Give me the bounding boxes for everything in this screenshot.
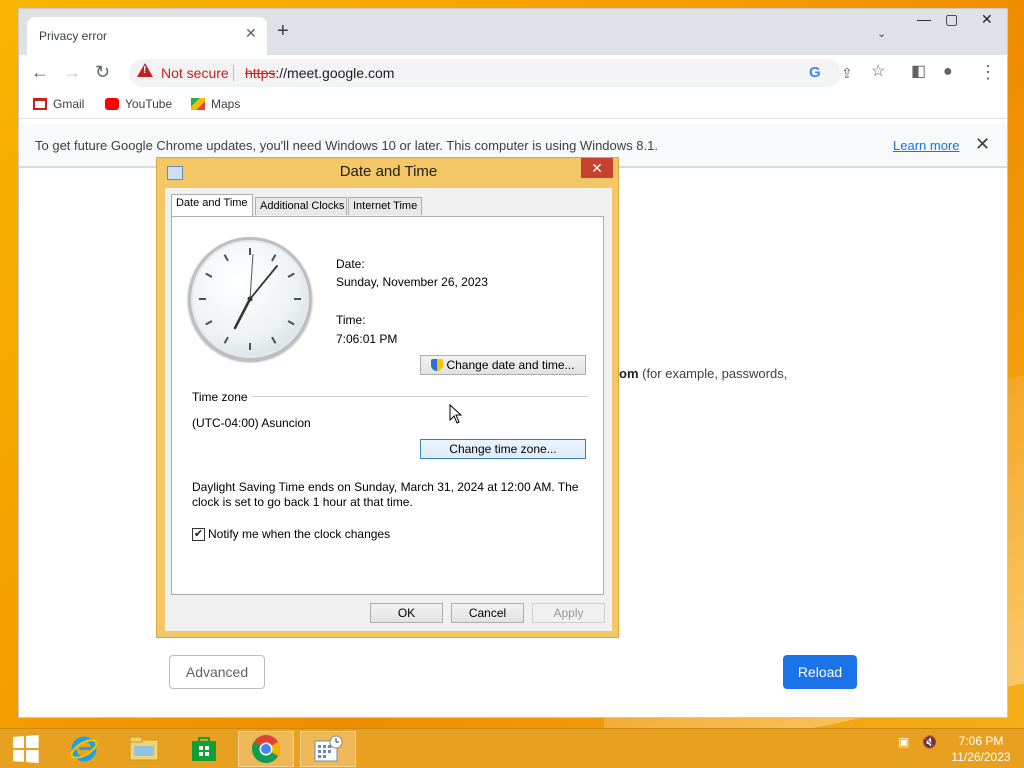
back-arrow-icon[interactable]: ←	[31, 61, 49, 83]
time-zone-value: (UTC-04:00) Asuncion	[192, 416, 311, 430]
bookmark-youtube[interactable]: YouTube	[105, 97, 172, 111]
browser-toolbar: ← → ↻ Not secure https://meet.google.com…	[19, 55, 1007, 91]
change-date-time-label: Change date and time...	[446, 358, 575, 372]
page-text-fragment: (for example, passwords,	[638, 366, 788, 381]
warning-triangle-icon	[137, 63, 153, 77]
taskbar-internet-explorer[interactable]	[56, 731, 112, 767]
date-time-panel: Date: Sunday, November 26, 2023 Time: 7:…	[171, 216, 604, 595]
windows-taskbar: ▣ 🔇 7:06 PM 11/26/2023	[0, 728, 1024, 768]
reload-icon[interactable]: ↻	[95, 61, 110, 83]
bookmark-label: Maps	[211, 97, 241, 111]
address-bar[interactable]: Not secure https://meet.google.com G ⇪	[129, 59, 853, 87]
forward-arrow-icon[interactable]: →	[63, 61, 81, 83]
learn-more-link[interactable]: Learn more	[893, 138, 959, 153]
tab-strip: Privacy error ✕ + ⌄ — ▢ ✕	[19, 9, 1007, 55]
tab-title: Privacy error	[39, 29, 108, 43]
uac-shield-icon	[431, 359, 444, 371]
omnibox-divider	[233, 65, 234, 81]
url-scheme: https	[245, 65, 276, 81]
tab-internet-time[interactable]: Internet Time	[348, 197, 422, 215]
date-value: Sunday, November 26, 2023	[336, 275, 488, 289]
time-zone-heading: Time zone	[192, 390, 248, 404]
calendar-clock-icon	[314, 735, 343, 762]
time-value: 7:06:01 PM	[336, 332, 398, 346]
google-lens-icon[interactable]: G	[809, 64, 821, 81]
infobar-text: To get future Google Chrome updates, you…	[35, 138, 658, 153]
network-icon[interactable]: ▣	[898, 735, 909, 749]
side-panel-icon[interactable]: ◧	[911, 61, 926, 83]
youtube-icon	[105, 98, 119, 110]
store-icon	[192, 737, 216, 761]
tab-close-icon[interactable]: ✕	[245, 25, 257, 42]
dialog-body: Date and Time Additional Clocks Internet…	[165, 188, 612, 631]
internet-explorer-icon	[70, 736, 98, 762]
infobar-close-icon[interactable]: ✕	[975, 134, 990, 155]
ok-button[interactable]: OK	[370, 603, 443, 623]
advanced-button[interactable]: Advanced	[169, 655, 265, 689]
tab-search-chevron-icon[interactable]: ⌄	[877, 27, 886, 40]
date-label: Date:	[336, 257, 365, 271]
url-text[interactable]: https://meet.google.com	[245, 65, 394, 81]
start-button[interactable]	[0, 731, 50, 767]
tab-additional-clocks[interactable]: Additional Clocks	[255, 197, 347, 215]
notify-checkbox[interactable]: ✔	[192, 528, 205, 541]
notify-label[interactable]: Notify me when the clock changes	[208, 527, 390, 541]
taskbar-store[interactable]	[176, 731, 232, 767]
apply-button[interactable]: Apply	[532, 603, 605, 623]
change-date-time-button[interactable]: Change date and time...	[420, 355, 586, 375]
page-host-fragment: om	[619, 366, 639, 381]
new-tab-button[interactable]: +	[277, 21, 289, 41]
menu-kebab-icon[interactable]: ⋮	[979, 61, 997, 83]
taskbar-chrome[interactable]	[238, 731, 294, 767]
url-host: ://meet.google.com	[275, 65, 395, 81]
taskbar-date: 11/26/2023	[951, 750, 1011, 764]
taskbar-clock[interactable]: 7:06 PM 11/26/2023	[946, 733, 1016, 765]
folder-icon	[129, 736, 159, 761]
date-time-dialog: Date and Time ✕ Date and Time Additional…	[156, 157, 619, 638]
volume-muted-icon[interactable]: 🔇	[922, 735, 937, 749]
gmail-icon	[33, 98, 47, 110]
bookmark-maps[interactable]: Maps	[191, 97, 240, 111]
bookmark-label: Gmail	[53, 97, 85, 111]
profile-avatar-icon[interactable]: ●	[943, 61, 953, 83]
mouse-cursor-icon	[449, 404, 463, 424]
dialog-title: Date and Time	[339, 163, 438, 180]
chrome-icon	[252, 735, 280, 763]
page-body-text: om (for example, passwords,	[619, 366, 787, 381]
taskbar-date-time[interactable]	[300, 731, 356, 767]
bookmark-star-icon[interactable]: ☆	[871, 61, 885, 83]
cancel-button[interactable]: Cancel	[451, 603, 524, 623]
analog-clock-icon	[188, 237, 312, 361]
tab-privacy-error[interactable]: Privacy error ✕	[27, 17, 267, 55]
not-secure-label[interactable]: Not secure	[161, 65, 229, 81]
clock-face	[199, 248, 301, 350]
maps-icon	[191, 98, 205, 110]
change-time-zone-button[interactable]: Change time zone...	[420, 439, 586, 459]
dst-notice: Daylight Saving Time ends on Sunday, Mar…	[192, 480, 579, 509]
time-label: Time:	[336, 313, 366, 327]
windows-logo-icon	[13, 735, 39, 763]
share-icon[interactable]: ⇪	[841, 65, 853, 82]
bookmarks-bar: Gmail YouTube Maps	[19, 91, 1007, 119]
dialog-close-button[interactable]: ✕	[581, 158, 613, 178]
bookmark-label: YouTube	[125, 97, 173, 111]
bookmark-gmail[interactable]: Gmail	[33, 97, 84, 111]
time-zone-divider	[252, 396, 588, 397]
maximize-button[interactable]: ▢	[945, 11, 958, 28]
minimize-button[interactable]: —	[917, 11, 931, 27]
taskbar-file-explorer[interactable]	[116, 731, 172, 767]
tab-date-and-time[interactable]: Date and Time	[171, 194, 253, 216]
reload-button[interactable]: Reload	[783, 655, 857, 689]
taskbar-time: 7:06 PM	[958, 734, 1004, 748]
window-close-button[interactable]: ✕	[981, 11, 993, 28]
